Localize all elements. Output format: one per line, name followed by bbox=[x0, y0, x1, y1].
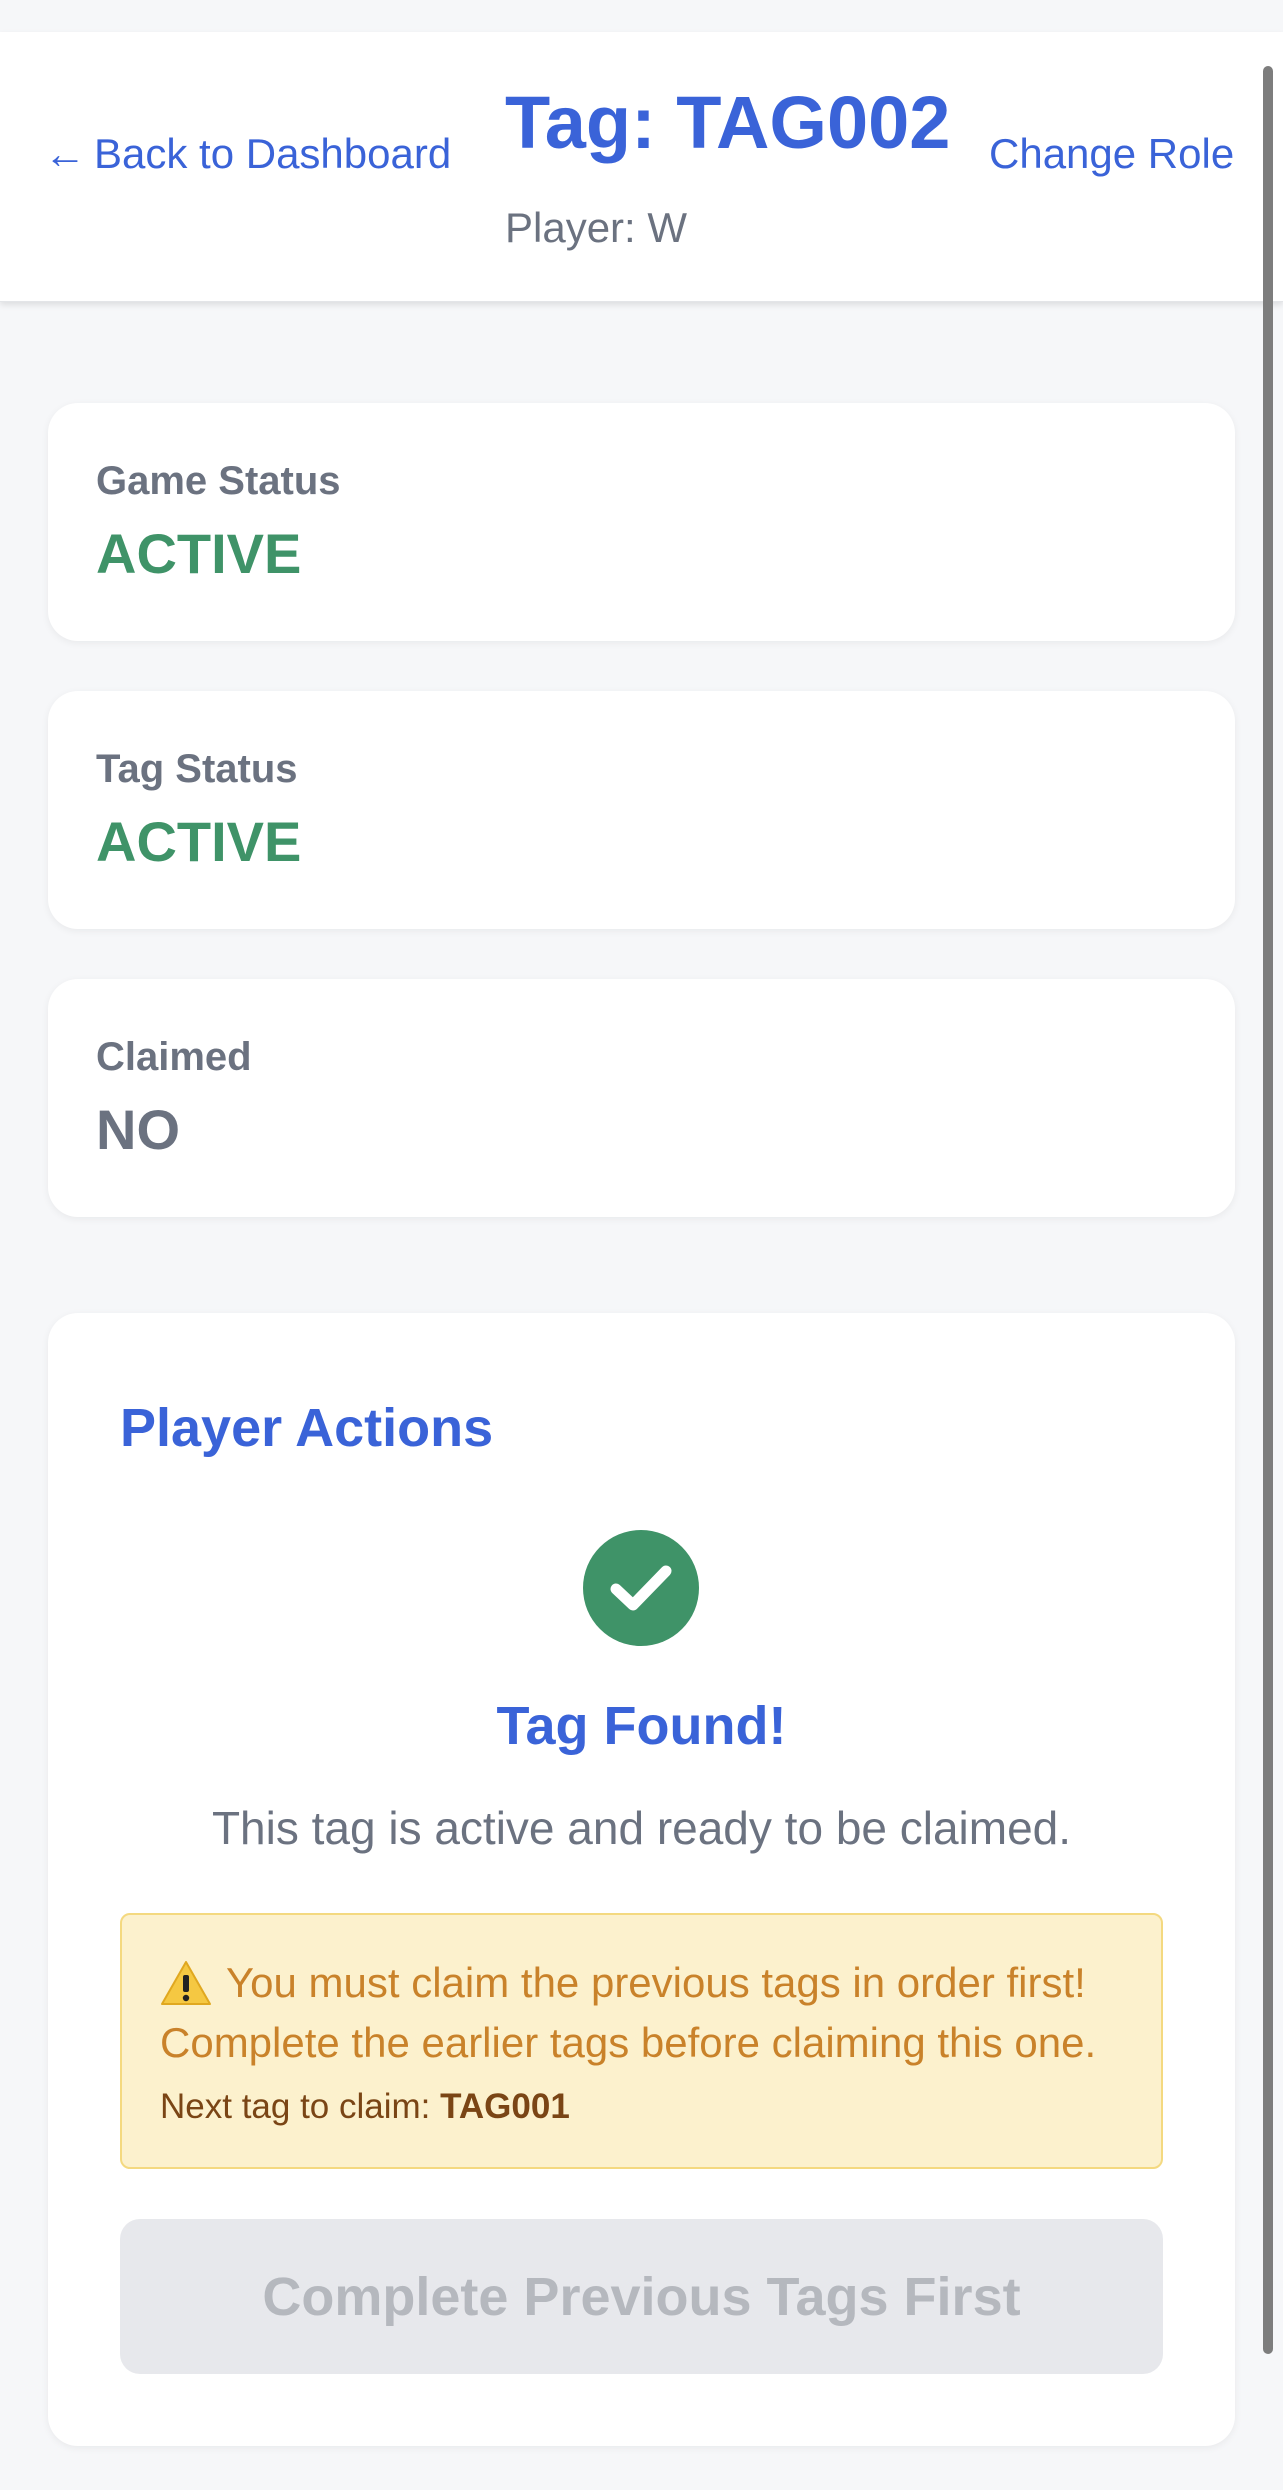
order-warning-box: You must claim the previous tags in orde… bbox=[120, 1913, 1163, 2169]
page-title: Tag: TAG002 bbox=[505, 81, 951, 164]
top-strip bbox=[0, 0, 1283, 32]
next-tag-prefix: Next tag to claim: bbox=[160, 2087, 441, 2126]
change-role-link[interactable]: Change Role bbox=[989, 130, 1234, 178]
next-tag-id: TAG001 bbox=[440, 2087, 570, 2126]
back-arrow-icon: ← bbox=[44, 130, 86, 177]
game-status-card: Game Status ACTIVE bbox=[48, 403, 1235, 641]
warning-detail-text: Complete the earlier tags before claimin… bbox=[160, 2019, 1097, 2066]
warning-icon bbox=[160, 1960, 212, 2006]
scrollbar[interactable] bbox=[1263, 66, 1273, 2354]
back-to-dashboard-link[interactable]: ← Back to Dashboard bbox=[44, 130, 451, 178]
back-link-label: Back to Dashboard bbox=[94, 130, 452, 177]
player-actions-panel: Player Actions Tag Found! This tag is ac… bbox=[48, 1313, 1235, 2446]
tag-found-description: This tag is active and ready to be claim… bbox=[211, 1802, 1072, 1854]
game-status-label: Game Status bbox=[96, 459, 341, 503]
player-subtitle: Player: W bbox=[505, 204, 688, 251]
page-header: ← Back to Dashboard Tag: TAG002 Player: … bbox=[0, 32, 1283, 302]
tag-status-value: ACTIVE bbox=[96, 810, 302, 873]
warning-message-line: You must claim the previous tags in orde… bbox=[160, 1959, 1086, 2007]
claimed-card: Claimed NO bbox=[48, 979, 1235, 1217]
game-status-value: ACTIVE bbox=[96, 522, 302, 585]
claimed-value: NO bbox=[96, 1098, 180, 1161]
warning-message-text: You must claim the previous tags in orde… bbox=[226, 1959, 1086, 2006]
tag-found-title: Tag Found! bbox=[496, 1696, 787, 1756]
check-circle-icon bbox=[583, 1530, 699, 1646]
tag-status-label: Tag Status bbox=[96, 747, 298, 791]
tag-status-card: Tag Status ACTIVE bbox=[48, 691, 1235, 929]
claimed-label: Claimed bbox=[96, 1035, 252, 1079]
claim-tag-button[interactable]: Complete Previous Tags First bbox=[120, 2219, 1163, 2374]
next-tag-info: Next tag to claim: TAG001 bbox=[160, 2087, 570, 2127]
player-actions-title: Player Actions bbox=[120, 1398, 494, 1458]
